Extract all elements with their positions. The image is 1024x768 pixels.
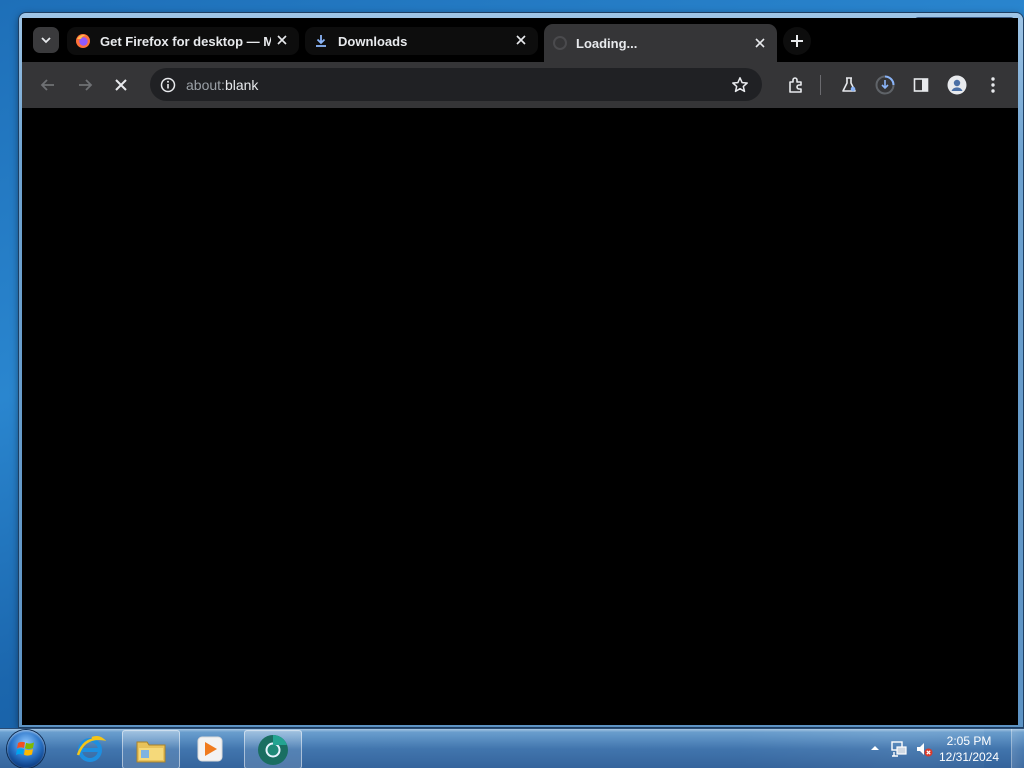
stop-icon xyxy=(115,79,127,91)
plus-icon xyxy=(791,35,803,47)
network-icon[interactable] xyxy=(890,740,908,758)
volume-muted-icon[interactable] xyxy=(915,740,933,758)
side-panel-icon xyxy=(913,78,929,92)
tab-strip: Get Firefox for desktop — Mozilla Downlo… xyxy=(22,18,1018,62)
internet-explorer-icon xyxy=(76,735,106,762)
side-panel-button[interactable] xyxy=(911,75,931,95)
file-explorer-icon xyxy=(136,741,166,762)
url-text: about:blank xyxy=(186,77,258,93)
tab-close-icon[interactable] xyxy=(275,33,289,47)
system-tray xyxy=(866,729,936,768)
toolbar-separator xyxy=(820,75,821,95)
clock[interactable]: 2:05 PM 12/31/2024 xyxy=(934,733,1004,765)
download-icon xyxy=(316,35,326,47)
chevron-down-icon xyxy=(41,37,51,44)
taskbar-chrome-beta[interactable] xyxy=(244,730,302,768)
firefox-icon xyxy=(76,34,90,48)
tab-downloads[interactable]: Downloads xyxy=(305,27,538,55)
taskbar-file-explorer[interactable] xyxy=(122,730,180,768)
downloads-icon xyxy=(875,75,895,95)
tab-title: Get Firefox for desktop — Mozilla xyxy=(100,33,271,49)
extensions-button[interactable] xyxy=(786,75,806,95)
browser-window: ▁ ▢ ✕ Get Firefox for desktop — Mozilla xyxy=(19,13,1023,727)
labs-icon xyxy=(842,77,856,92)
forward-icon xyxy=(79,79,93,91)
profile-icon xyxy=(947,75,967,95)
new-tab-button[interactable] xyxy=(783,27,811,55)
tab-title: Loading... xyxy=(576,35,638,51)
taskbar-internet-explorer[interactable] xyxy=(62,730,118,767)
chrome-beta-icon xyxy=(258,734,288,765)
taskbar-media-player[interactable] xyxy=(182,730,238,767)
extensions-icon xyxy=(789,77,802,93)
loading-icon xyxy=(553,36,567,50)
start-button[interactable] xyxy=(7,730,45,768)
tab-search-button[interactable] xyxy=(33,27,59,53)
taskbar: 2:05 PM 12/31/2024 xyxy=(0,728,1024,768)
tab-title: Downloads xyxy=(338,33,408,49)
menu-button[interactable] xyxy=(983,75,1003,95)
show-desktop-button[interactable] xyxy=(1011,729,1024,768)
downloads-button[interactable] xyxy=(875,75,895,95)
windows-logo-icon xyxy=(16,741,34,756)
clock-date: 12/31/2024 xyxy=(938,750,1000,764)
page-content[interactable] xyxy=(22,108,1018,725)
back-icon xyxy=(40,79,54,91)
tab-loading[interactable]: Loading... xyxy=(544,24,777,62)
tab-close-icon[interactable] xyxy=(753,36,767,50)
show-hidden-icons-arrow[interactable] xyxy=(870,743,880,753)
clock-time: 2:05 PM xyxy=(946,734,992,748)
forward-button[interactable] xyxy=(75,75,95,95)
info-icon[interactable] xyxy=(160,77,176,93)
url-path: blank xyxy=(224,77,259,93)
tab-close-icon[interactable] xyxy=(514,33,528,47)
url-scheme: about: xyxy=(186,77,225,93)
address-bar[interactable]: about:blank xyxy=(150,68,762,101)
browser-frame: Get Firefox for desktop — Mozilla Downlo… xyxy=(22,18,1018,725)
stop-button[interactable] xyxy=(111,75,131,95)
profile-button[interactable] xyxy=(947,75,967,95)
media-player-icon xyxy=(197,736,223,761)
tab-firefox[interactable]: Get Firefox for desktop — Mozilla xyxy=(67,27,299,55)
star-icon[interactable] xyxy=(731,76,749,94)
toolbar: about:blank xyxy=(22,62,1018,108)
labs-button[interactable] xyxy=(839,75,859,95)
menu-icon xyxy=(991,77,995,93)
back-button[interactable] xyxy=(38,75,58,95)
